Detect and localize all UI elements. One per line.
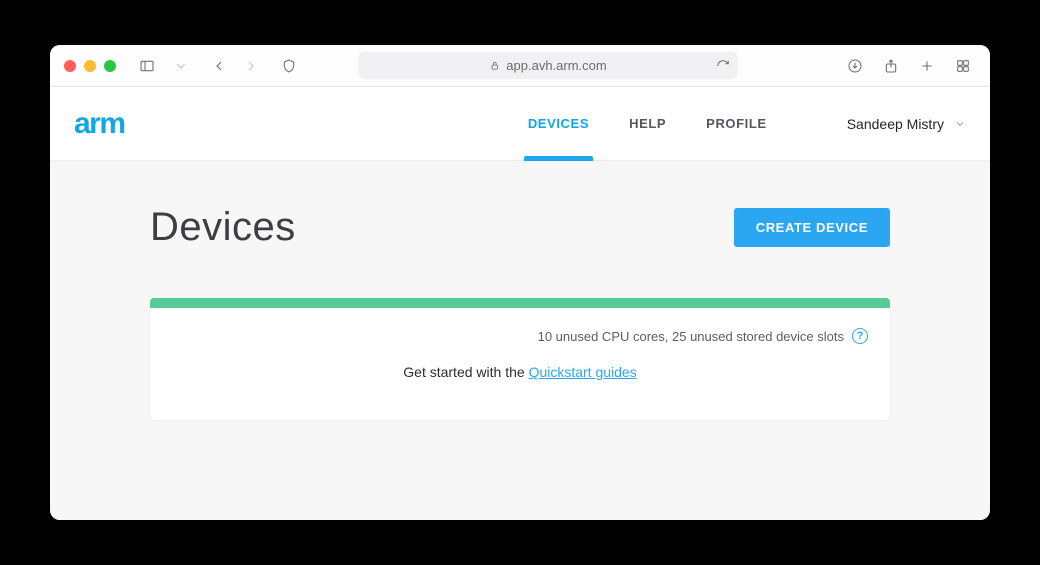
browser-toolbar: app.avh.arm.com [50,45,990,87]
reload-icon[interactable] [716,59,730,73]
tabs-overview-button[interactable] [950,53,976,79]
page-content: Devices CREATE DEVICE 10 unused CPU core… [50,161,990,520]
sidebar-dropdown-icon[interactable] [168,53,194,79]
lock-icon [489,60,500,71]
downloads-button[interactable] [842,53,868,79]
chevron-down-icon [954,118,966,130]
app-header: arm DEVICES HELP PROFILE Sandeep Mistry [50,87,990,161]
close-window-button[interactable] [64,60,76,72]
quickstart-link[interactable]: Quickstart guides [529,364,637,380]
browser-window: app.avh.arm.com arm DEVICES HELP PROFILE [50,45,990,520]
arm-logo[interactable]: arm [74,107,125,141]
devices-card: 10 unused CPU cores, 25 unused stored de… [150,298,890,420]
window-controls [64,60,116,72]
top-nav: DEVICES HELP PROFILE Sandeep Mistry [528,87,966,160]
share-button[interactable] [878,53,904,79]
page-header: Devices CREATE DEVICE [150,205,890,250]
user-display-name: Sandeep Mistry [847,116,944,132]
page-title: Devices [150,205,296,250]
sidebar-toggle-button[interactable] [134,53,160,79]
create-device-button[interactable]: CREATE DEVICE [734,208,890,247]
nav-profile[interactable]: PROFILE [706,87,767,160]
usage-text: 10 unused CPU cores, 25 unused stored de… [538,329,844,344]
help-icon[interactable]: ? [852,328,868,344]
usage-summary: 10 unused CPU cores, 25 unused stored de… [172,328,868,344]
address-bar-text: app.avh.arm.com [506,58,606,73]
getting-started-text: Get started with the Quickstart guides [172,364,868,380]
nav-devices[interactable]: DEVICES [528,87,589,160]
nav-help[interactable]: HELP [629,87,666,160]
forward-button[interactable] [238,53,264,79]
user-menu[interactable]: Sandeep Mistry [847,116,966,132]
maximize-window-button[interactable] [104,60,116,72]
new-tab-button[interactable] [914,53,940,79]
minimize-window-button[interactable] [84,60,96,72]
back-button[interactable] [206,53,232,79]
address-bar[interactable]: app.avh.arm.com [358,52,738,79]
privacy-report-button[interactable] [276,53,302,79]
getting-started-prefix: Get started with the [403,364,528,380]
